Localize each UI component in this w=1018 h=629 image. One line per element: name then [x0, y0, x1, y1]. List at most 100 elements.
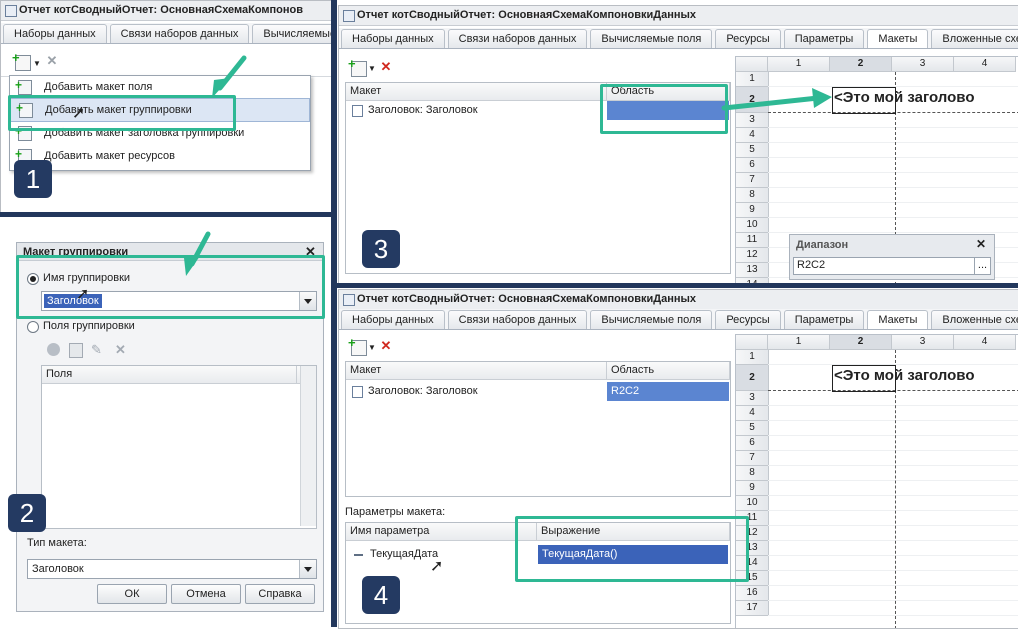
column-header[interactable]: 2 [830, 335, 892, 350]
chevron-down-icon[interactable] [299, 560, 316, 578]
column-header[interactable]: 4 [954, 57, 1016, 72]
highlight-box-3 [600, 84, 728, 134]
menu-add-resources-layout[interactable]: Добавить макет ресурсов [10, 143, 310, 167]
row-header[interactable]: 6 [736, 158, 769, 173]
row-header[interactable]: 3 [736, 391, 769, 406]
row-header[interactable]: 17 [736, 601, 769, 616]
layouts-table-header: Макет Область [346, 362, 730, 380]
dropdown-arrow-icon[interactable]: ▼ [33, 59, 41, 68]
window-title-text: Отчет котСводныйОтчет: ОсновнаяСхемаКомп… [357, 9, 697, 21]
layout-type-label: Тип макета: [27, 537, 87, 549]
tab-calculated[interactable]: Вычисляемые [252, 24, 334, 43]
tab-layouts[interactable]: Макеты [867, 29, 929, 48]
delete-icon[interactable]: ✕ [379, 60, 393, 74]
ok-button[interactable]: ОК [97, 584, 167, 604]
row-header[interactable]: 7 [736, 173, 769, 188]
column-header[interactable]: 3 [892, 57, 954, 72]
corner-cell[interactable] [736, 57, 768, 72]
row-header[interactable]: 13 [736, 263, 769, 278]
row-header[interactable]: 8 [736, 188, 769, 203]
corner-cell[interactable] [736, 335, 768, 350]
help-button[interactable]: Справка [245, 584, 315, 604]
layout-icon [352, 386, 363, 398]
row-header[interactable]: 4 [736, 406, 769, 421]
row-header[interactable]: 8 [736, 466, 769, 481]
grid-line [768, 570, 1018, 571]
tab-datasets[interactable]: Наборы данных [3, 24, 107, 43]
column-header[interactable]: 1 [768, 57, 830, 72]
edit-field-icon[interactable]: ✎ [91, 342, 102, 358]
tab-datasets[interactable]: Наборы данных [341, 310, 445, 329]
tab-resources[interactable]: Ресурсы [715, 310, 781, 329]
row-header[interactable]: 7 [736, 451, 769, 466]
column-header-layout: Макет [346, 83, 607, 100]
divider-horizontal-right [337, 283, 1018, 288]
tab-datasets[interactable]: Наборы данных [341, 29, 445, 48]
tab-nested-schemas[interactable]: Вложенные схе [931, 310, 1018, 329]
row-header[interactable]: 6 [736, 436, 769, 451]
fields-table[interactable]: Поля [41, 365, 317, 529]
column-header[interactable]: 4 [954, 335, 1016, 350]
step-badge-4: 4 [362, 576, 400, 614]
tab-dataset-links[interactable]: Связи наборов данных [447, 29, 588, 48]
row-header[interactable]: 1 [736, 350, 769, 365]
add-field-icon[interactable] [47, 343, 60, 356]
column-header[interactable]: 2 [830, 57, 892, 72]
row-header[interactable]: 9 [736, 481, 769, 496]
layout-type-combo[interactable]: Заголовок [27, 559, 317, 579]
tab-dataset-links[interactable]: Связи наборов данных [447, 310, 588, 329]
row-header[interactable]: 5 [736, 143, 769, 158]
delete-icon[interactable]: ✕ [379, 339, 393, 353]
range-input[interactable]: R2C2 ... [793, 257, 991, 275]
layouts-table[interactable]: Макет Область Заголовок: Заголовок R2C2 [345, 361, 731, 497]
fields-table-header: Поля [42, 366, 316, 384]
tab-resources[interactable]: Ресурсы [715, 29, 781, 48]
add-layout-icon[interactable] [12, 50, 31, 71]
copy-field-icon[interactable] [69, 343, 83, 358]
column-header[interactable]: 1 [768, 335, 830, 350]
row-header[interactable]: 1 [736, 72, 769, 87]
row-header[interactable]: 9 [736, 203, 769, 218]
dropdown-arrow-icon[interactable]: ▼ [368, 64, 376, 73]
panel4-title: Отчет котСводныйОтчет: ОсновнаяСхемаКомп… [339, 290, 1018, 310]
tab-layouts[interactable]: Макеты [867, 310, 929, 329]
grid-line [768, 585, 1018, 586]
tab-calculated-fields[interactable]: Вычисляемые поля [590, 310, 713, 329]
radio-grouping-fields[interactable] [27, 321, 39, 333]
tab-parameters[interactable]: Параметры [783, 29, 865, 48]
tab-nested-schemas[interactable]: Вложенные схе [931, 29, 1018, 48]
dropdown-arrow-icon[interactable]: ▼ [368, 343, 376, 352]
remove-field-icon[interactable]: ✕ [115, 342, 126, 358]
close-icon[interactable]: ✕ [976, 237, 986, 251]
window-title-text: Отчет котСводныйОтчет: ОсновнаяСхемаКомп… [19, 4, 304, 16]
heading-cell-text: <Это мой заголово [834, 367, 975, 384]
row-header[interactable]: 3 [736, 113, 769, 128]
grid-line [768, 510, 1018, 511]
table-row[interactable]: Заголовок: Заголовок R2C2 [346, 382, 730, 401]
ellipsis-button[interactable]: ... [974, 258, 990, 274]
row-header[interactable]: 11 [736, 233, 769, 248]
tab-calculated-fields[interactable]: Вычисляемые поля [590, 29, 713, 48]
tab-parameters[interactable]: Параметры [783, 310, 865, 329]
row-header[interactable]: 16 [736, 586, 769, 601]
step-badge-3: 3 [362, 230, 400, 268]
layout-area[interactable]: R2C2 [607, 382, 729, 401]
menu-item-label: Добавить макет поля [44, 81, 153, 93]
column-header[interactable]: 3 [892, 335, 954, 350]
delete-icon[interactable]: ✕ [45, 54, 59, 68]
spreadsheet-4[interactable]: 1 2 3 4 1 2 3 4 5 6 7 8 9 10 11 12 13 14 15 16 17 <Это мой з… [735, 334, 1018, 628]
add-layout-icon[interactable] [348, 56, 367, 77]
grid-line [768, 495, 1018, 496]
row-header[interactable]: 10 [736, 496, 769, 511]
window-title-text: Отчет котСводныйОтчет: ОсновнаяСхемаКомп… [357, 293, 697, 305]
row-header[interactable]: 2 [736, 365, 769, 391]
row-header[interactable]: 5 [736, 421, 769, 436]
row-header[interactable]: 4 [736, 128, 769, 143]
row-header[interactable]: 2 [736, 87, 769, 113]
fields-scrollbar[interactable] [300, 366, 316, 526]
row-header[interactable]: 12 [736, 248, 769, 263]
add-layout-icon[interactable] [348, 335, 367, 356]
cancel-button[interactable]: Отмена [171, 584, 241, 604]
tab-dataset-links[interactable]: Связи наборов данных [109, 24, 250, 43]
row-header[interactable]: 10 [736, 218, 769, 233]
